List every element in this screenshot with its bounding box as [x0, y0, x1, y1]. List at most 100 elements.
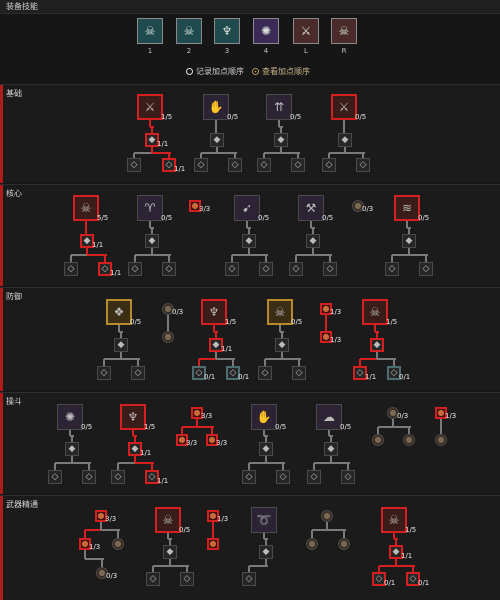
skill-node-s2-e[interactable]: ≋	[394, 195, 420, 221]
passive-icon: ●	[308, 539, 316, 548]
skill-node-s2-c[interactable]: ➹	[234, 195, 260, 221]
skill-node-s3-d1[interactable]: ◆	[370, 338, 384, 352]
connector-line	[440, 419, 442, 434]
skill-node-s1-b1b[interactable]: ◇	[228, 158, 242, 172]
connector-line	[343, 530, 345, 538]
skill-node-s4-b[interactable]: ♆	[120, 404, 146, 430]
skill-node-s2-d1b[interactable]: ◇	[323, 262, 337, 276]
skill-node-s2-e1b[interactable]: ◇	[419, 262, 433, 276]
skill-node-s4-d1a[interactable]: ◇	[307, 470, 321, 484]
skill-node-s1-c1[interactable]: ◆	[274, 133, 288, 147]
equip-slot-1[interactable]: ☠	[137, 18, 163, 44]
equip-slot-3[interactable]: ♆	[214, 18, 240, 44]
mod-icon: ◇	[390, 367, 398, 378]
skill-node-s2-d1[interactable]: ◆	[306, 234, 320, 248]
skill-node-s5-a1a[interactable]: ◇	[146, 572, 160, 586]
skill-node-s2-b1b[interactable]: ◇	[162, 262, 176, 276]
skill-node-s5-p7[interactable]: ●	[321, 510, 333, 522]
connector-line	[393, 359, 395, 366]
skill-node-s1-d1a[interactable]: ◇	[322, 158, 336, 172]
upgrade-icon: ◆	[392, 546, 400, 557]
skill-node-s5-p6[interactable]: ●	[207, 538, 219, 550]
skill-node-s2-c1[interactable]: ◆	[242, 234, 256, 248]
skill-node-s1-b[interactable]: ✋	[203, 94, 229, 120]
skill-node-s1-a[interactable]: ⚔	[137, 94, 163, 120]
skill-node-s5-b[interactable]: ➰	[251, 507, 277, 533]
skill-node-s3-p2[interactable]: ●	[162, 331, 174, 343]
skill-node-s3-d[interactable]: ☠	[362, 299, 388, 325]
skill-node-s2-a1a[interactable]: ◇	[64, 262, 78, 276]
skill-node-s2-a[interactable]: ☠	[73, 195, 99, 221]
equip-slot-6[interactable]: ☠	[331, 18, 357, 44]
skill-node-s4-c1a[interactable]: ◇	[242, 470, 256, 484]
skill-node-s4-a1b[interactable]: ◇	[82, 470, 96, 484]
skill-node-s2-b[interactable]: ♈	[137, 195, 163, 221]
skill-node-s4-p6[interactable]: ●	[403, 434, 415, 446]
connector-line	[137, 359, 139, 366]
skill-node-s5-a1b[interactable]: ◇	[180, 572, 194, 586]
skill-node-s1-a1a[interactable]: ◇	[127, 158, 141, 172]
skill-node-s5-b1[interactable]: ◆	[259, 545, 273, 559]
skill-node-s5-a1[interactable]: ◆	[163, 545, 177, 559]
skill-node-s5-a[interactable]: ☠	[155, 507, 181, 533]
equip-slot-2[interactable]: ☠	[176, 18, 202, 44]
skill-point-count: 1/1	[157, 477, 169, 485]
skill-node-s4-a1a[interactable]: ◇	[48, 470, 62, 484]
skill-node-s1-d[interactable]: ⚔	[331, 94, 357, 120]
skill-node-s1-c[interactable]: ⇈	[266, 94, 292, 120]
allocation-option-1[interactable]: 记录加点顺序	[186, 66, 244, 77]
skill-node-s4-a1[interactable]: ◆	[65, 442, 79, 456]
skill-node-s3-a1a[interactable]: ◇	[97, 366, 111, 380]
upgrade-icon: ◆	[131, 443, 139, 454]
skill-node-s4-d1b[interactable]: ◇	[341, 470, 355, 484]
skill-point-count: 0/5	[179, 526, 191, 534]
skill-node-s2-e1[interactable]: ◆	[402, 234, 416, 248]
bone-hand-icon: ✋	[256, 410, 272, 424]
skill-node-s3-b[interactable]: ♆	[201, 299, 227, 325]
skill-node-s5-p3[interactable]: ●	[112, 538, 124, 550]
upgrade-icon: ◆	[213, 134, 221, 145]
skill-node-s2-e1a[interactable]: ◇	[385, 262, 399, 276]
skill-node-s1-b1[interactable]: ◆	[210, 133, 224, 147]
skill-node-s3-c1b[interactable]: ◇	[292, 366, 306, 380]
skill-node-s2-c1a[interactable]: ◇	[225, 262, 239, 276]
skill-point-count: 0/3	[106, 572, 118, 580]
skill-node-s2-b1a[interactable]: ◇	[128, 262, 142, 276]
skill-node-s5-p8[interactable]: ●	[306, 538, 318, 550]
equip-slot-4[interactable]: ✺	[253, 18, 279, 44]
skill-node-s4-p8[interactable]: ●	[435, 434, 447, 446]
skill-node-s2-c1b[interactable]: ◇	[259, 262, 273, 276]
skill-node-s2-d1a[interactable]: ◇	[289, 262, 303, 276]
skill-node-s4-a[interactable]: ✺	[57, 404, 83, 430]
skill-node-s5-c[interactable]: ☠	[381, 507, 407, 533]
skill-node-s3-a1b[interactable]: ◇	[131, 366, 145, 380]
skill-node-s1-d1b[interactable]: ◇	[356, 158, 370, 172]
skill-node-s3-c1a[interactable]: ◇	[258, 366, 272, 380]
skill-node-s4-d[interactable]: ☁	[316, 404, 342, 430]
passive-icon: ●	[209, 539, 217, 548]
skill-node-s1-b1a[interactable]: ◇	[194, 158, 208, 172]
skill-node-s4-p5[interactable]: ●	[372, 434, 384, 446]
skill-node-s1-c1b[interactable]: ◇	[291, 158, 305, 172]
skill-node-s4-d1[interactable]: ◆	[324, 442, 338, 456]
skill-node-s4-c[interactable]: ✋	[251, 404, 277, 430]
skill-node-s2-b1[interactable]: ◆	[145, 234, 159, 248]
skill-node-s4-c1b[interactable]: ◇	[276, 470, 290, 484]
equip-slot-5[interactable]: ⚔	[293, 18, 319, 44]
skill-point-count: 0/5	[290, 113, 302, 121]
skill-node-s4-b1a[interactable]: ◇	[111, 470, 125, 484]
allocation-option-2[interactable]: 查看加点顺序	[252, 66, 310, 77]
skill-node-s3-a1[interactable]: ◆	[114, 338, 128, 352]
skill-node-s5-b1a[interactable]: ◇	[242, 572, 256, 586]
skill-node-s3-c[interactable]: ☠	[267, 299, 293, 325]
skill-node-s4-c1[interactable]: ◆	[259, 442, 273, 456]
skill-node-s3-c1[interactable]: ◆	[275, 338, 289, 352]
upgrade-icon: ◆	[68, 443, 76, 454]
skill-node-s2-d[interactable]: ⚒	[298, 195, 324, 221]
skill-node-s5-p9[interactable]: ●	[338, 538, 350, 550]
skill-node-s1-c1a[interactable]: ◇	[257, 158, 271, 172]
skill-node-s3-a[interactable]: ❖	[106, 299, 132, 325]
skill-point-count: 0/1	[204, 373, 216, 381]
skill-node-s1-d1[interactable]: ◆	[338, 133, 352, 147]
twin-skulls-icon: ☠	[369, 305, 381, 319]
